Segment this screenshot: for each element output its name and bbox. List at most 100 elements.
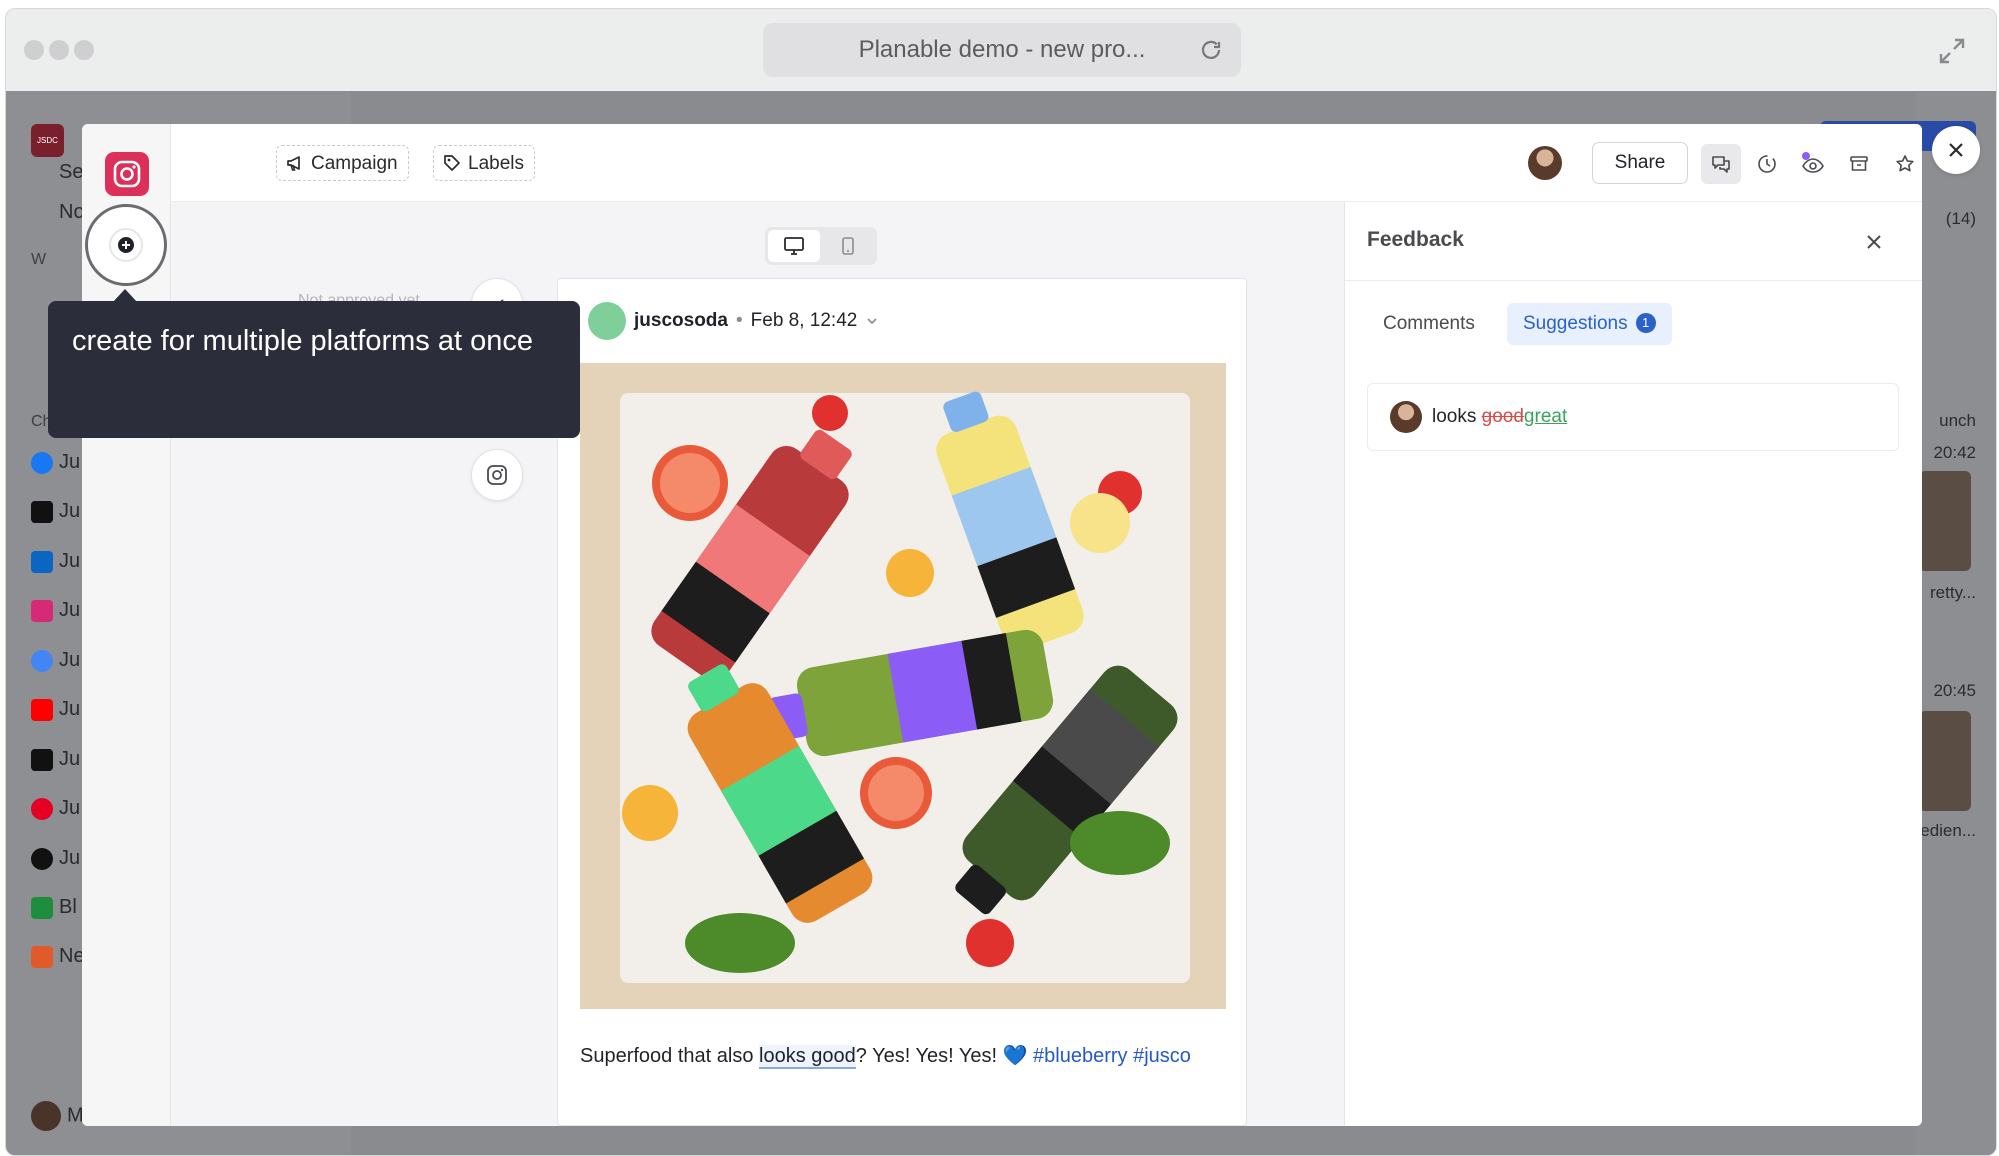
megaphone-icon — [287, 156, 300, 171]
instagram-platform-button[interactable] — [105, 152, 149, 196]
address-bar[interactable]: Planable demo - new pro... — [763, 23, 1241, 77]
bg-snippet: retty... — [1930, 583, 1976, 602]
tiktok-icon — [31, 748, 53, 771]
chevron-down-icon[interactable] — [865, 314, 879, 328]
bg-channel: Ju — [31, 797, 80, 820]
bg-channel: Bl — [31, 896, 77, 919]
instagram-icon — [113, 160, 141, 188]
mobile-view-button[interactable] — [822, 230, 874, 262]
bg-snippet: edien... — [1920, 821, 1976, 840]
close-window-dot[interactable] — [24, 40, 44, 60]
history-button[interactable] — [1747, 144, 1787, 184]
favorite-button[interactable] — [1885, 144, 1922, 184]
linkedin-icon — [31, 550, 53, 573]
search-icon — [31, 162, 53, 184]
bg-channel: Ju — [31, 748, 80, 771]
close-modal-button[interactable] — [1932, 126, 1980, 174]
close-icon — [1949, 143, 1963, 157]
zoom-window-dot[interactable] — [74, 40, 94, 60]
facebook-icon — [31, 451, 53, 474]
bg-channel: Ju — [31, 451, 80, 474]
mail-icon — [31, 945, 53, 968]
plus-circle-icon — [118, 237, 134, 253]
star-icon — [1896, 155, 1914, 172]
reload-icon[interactable] — [1199, 38, 1223, 62]
device-toggle — [765, 227, 877, 265]
bg-channel: Ju — [31, 550, 80, 573]
bg-channel: Ju — [31, 847, 80, 870]
desktop-view-button[interactable] — [768, 230, 820, 262]
suggestion-item[interactable]: looks goodgreat — [1367, 383, 1899, 451]
user-avatar — [31, 1101, 61, 1131]
background-right-panel: (14) unch 20:42 retty... 20:45 edien... — [1916, 91, 1996, 1155]
pinterest-icon — [31, 797, 53, 820]
history-icon — [1758, 155, 1776, 173]
google-icon — [31, 649, 53, 672]
share-button[interactable]: Share — [1592, 142, 1688, 184]
campaign-label: Campaign — [311, 152, 398, 174]
bg-channel: Ju — [31, 500, 80, 523]
divider — [1345, 280, 1922, 281]
archive-icon — [1850, 156, 1868, 171]
campaign-button[interactable]: Campaign — [276, 145, 409, 181]
visibility-button[interactable] — [1793, 144, 1833, 184]
post-card[interactable]: juscosoda • Feb 8, 12:42 Superfood that … — [557, 278, 1247, 1126]
feedback-title: Feedback — [1367, 228, 1464, 251]
title-bar: Planable demo - new pro... — [6, 9, 1996, 91]
labels-label: Labels — [468, 152, 524, 174]
suggestion-text: looks goodgreat — [1432, 406, 1568, 427]
user-avatar[interactable] — [1528, 146, 1562, 180]
tab-comments[interactable]: Comments — [1367, 303, 1491, 345]
minimize-window-dot[interactable] — [49, 40, 69, 60]
bg-channel: Ju — [31, 599, 80, 622]
post-image — [580, 363, 1226, 1009]
eye-icon — [1802, 152, 1824, 173]
youtube-icon — [31, 698, 53, 721]
tag-icon — [444, 155, 460, 171]
juice-bottles-photo — [580, 363, 1226, 1009]
tab-suggestions[interactable]: Suggestions 1 — [1507, 303, 1672, 345]
bg-channel: Ju — [31, 649, 80, 672]
mobile-icon — [842, 237, 854, 255]
bg-count: (14) — [1945, 209, 1976, 228]
x-icon — [31, 500, 53, 523]
post-header: juscosoda • Feb 8, 12:42 — [588, 301, 879, 341]
account-avatar — [588, 302, 626, 340]
comments-icon — [1712, 156, 1730, 173]
tooltip: create for multiple platforms at once — [48, 301, 580, 438]
suggestion-highlight[interactable]: looks good — [759, 1045, 856, 1069]
add-platform-button[interactable] — [85, 204, 167, 286]
bg-snippet: 20:45 — [1933, 681, 1976, 700]
bell-icon — [31, 202, 53, 224]
instagram-icon — [487, 465, 507, 485]
workspace-badge: JSDC — [31, 124, 64, 157]
bg-snippet: 20:42 — [1933, 443, 1976, 462]
fullscreen-icon[interactable] — [1938, 37, 1966, 65]
bg-thumbnail — [1919, 471, 1971, 571]
platform-rail — [82, 124, 171, 1126]
bg-thumbnail — [1919, 711, 1971, 811]
deleted-text: good — [1481, 406, 1524, 427]
instagram-preview-button[interactable] — [471, 449, 523, 501]
bg-channel: Ne — [31, 945, 85, 968]
labels-button[interactable]: Labels — [433, 145, 535, 181]
close-icon[interactable] — [1864, 232, 1884, 252]
post-modal: Campaign Labels Share juscosoda • Feb 8,… — [82, 124, 1922, 1126]
feedback-toggle-button[interactable] — [1701, 144, 1741, 184]
bg-snippet: unch — [1939, 411, 1976, 430]
post-date: Feb 8, 12:42 — [750, 310, 858, 331]
hashtags[interactable]: #blueberry #jusco — [1028, 1045, 1191, 1067]
feedback-panel: Feedback Comments Suggestions 1 looks goo… — [1344, 202, 1922, 1126]
archive-button[interactable] — [1839, 144, 1879, 184]
modal-toolbar: Campaign Labels Share — [171, 124, 1922, 202]
instagram-icon — [31, 599, 53, 622]
bg-channel: Ju — [31, 698, 80, 721]
desktop-icon — [784, 237, 804, 255]
page-title: Planable demo - new pro... — [858, 36, 1146, 63]
blog-icon — [31, 896, 53, 919]
heart-emoji: 💙 — [1002, 1045, 1028, 1067]
post-caption[interactable]: Superfood that also looks good? Yes! Yes… — [580, 1043, 1240, 1069]
threads-icon — [31, 847, 53, 870]
bg-workspace-label: W — [31, 251, 47, 268]
separator: • — [735, 310, 743, 331]
